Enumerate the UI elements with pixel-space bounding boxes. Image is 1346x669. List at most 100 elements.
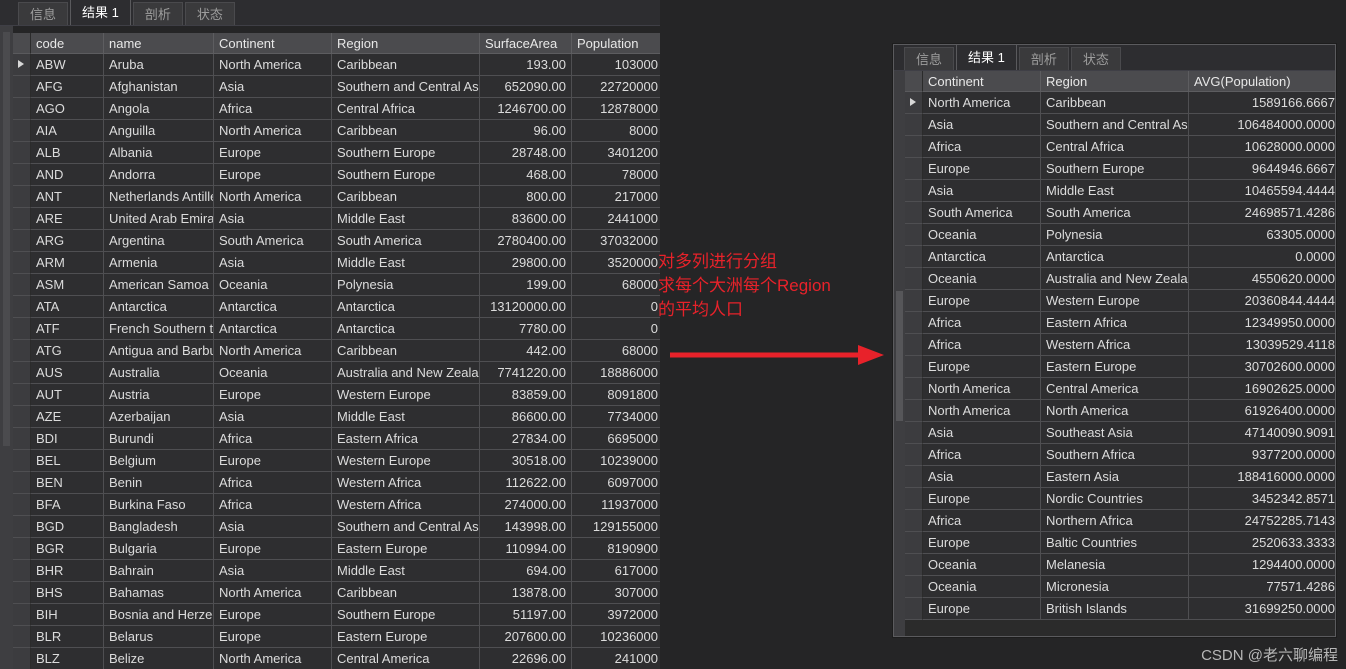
inset-column-header[interactable]: Continent bbox=[923, 71, 1041, 92]
inset-cell-avg_population[interactable]: 61926400.0000 bbox=[1189, 400, 1335, 422]
inset-table-row[interactable]: Asia Southeast Asia 47140090.9091 bbox=[905, 422, 1335, 444]
main-cell-code[interactable]: AGO bbox=[31, 98, 104, 120]
main-row-gutter[interactable] bbox=[13, 516, 31, 538]
inset-cell-avg_population[interactable]: 4550620.0000 bbox=[1189, 268, 1335, 290]
main-cell-surface_area[interactable]: 83859.00 bbox=[480, 384, 572, 406]
main-row-gutter[interactable] bbox=[13, 230, 31, 252]
main-table-row[interactable]: BDI Burundi Africa Eastern Africa 27834.00 66… bbox=[13, 428, 660, 450]
inset-row-gutter[interactable] bbox=[905, 554, 923, 576]
main-table-row[interactable]: ANT Netherlands Antilles North America Cari… bbox=[13, 186, 660, 208]
main-row-gutter[interactable] bbox=[13, 538, 31, 560]
main-cell-continent[interactable]: Oceania bbox=[214, 362, 332, 384]
main-cell-region[interactable]: Antarctica bbox=[332, 318, 480, 340]
inset-cell-avg_population[interactable]: 31699250.0000 bbox=[1189, 598, 1335, 620]
inset-table-row[interactable]: Asia Eastern Asia 188416000.0000 bbox=[905, 466, 1335, 488]
inset-cell-avg_population[interactable]: 0.0000 bbox=[1189, 246, 1335, 268]
inset-row-gutter[interactable] bbox=[905, 290, 923, 312]
main-cell-region[interactable]: Southern and Central Asia bbox=[332, 76, 480, 98]
inset-cell-continent[interactable]: North America bbox=[923, 400, 1041, 422]
inset-cell-continent[interactable]: Europe bbox=[923, 158, 1041, 180]
main-row-gutter[interactable] bbox=[13, 98, 31, 120]
main-cell-continent[interactable]: Africa bbox=[214, 428, 332, 450]
main-table-row[interactable]: ATGAntigua and BarbudaNorth AmericaCarib… bbox=[13, 340, 660, 362]
main-table-row[interactable]: ALB Albania Europe Southern Europe 28748.00 3… bbox=[13, 142, 660, 164]
main-cell-surface_area[interactable]: 30518.00 bbox=[480, 450, 572, 472]
main-cell-code[interactable]: AUT bbox=[31, 384, 104, 406]
main-cell-population[interactable]: 11937000 bbox=[572, 494, 660, 516]
main-cell-surface_area[interactable]: 694.00 bbox=[480, 560, 572, 582]
main-cell-name[interactable]: Antarctica bbox=[104, 296, 214, 318]
inset-cell-continent[interactable]: Europe bbox=[923, 290, 1041, 312]
main-row-gutter[interactable] bbox=[13, 120, 31, 142]
main-table-row[interactable]: BLR Belarus Europe Eastern Europe 207600.00 1… bbox=[13, 626, 660, 648]
main-cell-region[interactable]: South America bbox=[332, 230, 480, 252]
main-cell-surface_area[interactable]: 112622.00 bbox=[480, 472, 572, 494]
main-table-row[interactable]: BEN Benin Africa Western Africa 112622.00 609… bbox=[13, 472, 660, 494]
inset-vertical-scrollbar[interactable] bbox=[894, 71, 905, 636]
main-cell-name[interactable]: Belgium bbox=[104, 450, 214, 472]
main-cell-population[interactable]: 103000 bbox=[572, 54, 660, 76]
inset-table-row[interactable]: Europe Western Europe 20360844.4444 bbox=[905, 290, 1335, 312]
main-table-row[interactable]: AFG Afghanistan Asia Southern and Central A… bbox=[13, 76, 660, 98]
main-row-gutter[interactable] bbox=[13, 494, 31, 516]
inset-cell-avg_population[interactable]: 10628000.0000 bbox=[1189, 136, 1335, 158]
main-cell-continent[interactable]: Antarctica bbox=[214, 318, 332, 340]
main-cell-code[interactable]: AIA bbox=[31, 120, 104, 142]
inset-row-gutter[interactable] bbox=[905, 92, 923, 114]
main-cell-name[interactable]: Bahrain bbox=[104, 560, 214, 582]
main-column-header[interactable]: Region bbox=[332, 33, 480, 54]
inset-tab-0[interactable]: 信息 bbox=[904, 47, 955, 70]
inset-row-gutter[interactable] bbox=[905, 180, 923, 202]
main-scrollbar-thumb[interactable] bbox=[3, 32, 10, 446]
inset-cell-continent[interactable]: Asia bbox=[923, 466, 1041, 488]
main-cell-name[interactable]: American Samoa bbox=[104, 274, 214, 296]
main-cell-region[interactable]: Middle East bbox=[332, 560, 480, 582]
main-table-row[interactable]: AZE Azerbaijan Asia Middle East 86600.00 7734… bbox=[13, 406, 660, 428]
main-cell-code[interactable]: ARE bbox=[31, 208, 104, 230]
main-column-header[interactable]: name bbox=[104, 33, 214, 54]
main-row-gutter[interactable] bbox=[13, 582, 31, 604]
inset-table-row[interactable]: North America Central America 16902625.000… bbox=[905, 378, 1335, 400]
main-cell-population[interactable]: 78000 bbox=[572, 164, 660, 186]
inset-cell-avg_population[interactable]: 9377200.0000 bbox=[1189, 444, 1335, 466]
main-cell-population[interactable]: 6695000 bbox=[572, 428, 660, 450]
main-cell-population[interactable]: 0 bbox=[572, 296, 660, 318]
main-cell-surface_area[interactable]: 468.00 bbox=[480, 164, 572, 186]
main-cell-name[interactable]: Aruba bbox=[104, 54, 214, 76]
main-row-gutter[interactable] bbox=[13, 450, 31, 472]
inset-cell-region[interactable]: Southern Europe bbox=[1041, 158, 1189, 180]
main-cell-continent[interactable]: Antarctica bbox=[214, 296, 332, 318]
main-cell-continent[interactable]: North America bbox=[214, 648, 332, 669]
inset-cell-continent[interactable]: Africa bbox=[923, 334, 1041, 356]
main-cell-code[interactable]: BEL bbox=[31, 450, 104, 472]
main-cell-continent[interactable]: Europe bbox=[214, 450, 332, 472]
main-table-row[interactable]: BFA Burkina Faso Africa Western Africa 27400… bbox=[13, 494, 660, 516]
inset-cell-continent[interactable]: North America bbox=[923, 92, 1041, 114]
main-row-gutter[interactable] bbox=[13, 406, 31, 428]
inset-cell-avg_population[interactable]: 30702600.0000 bbox=[1189, 356, 1335, 378]
main-tab-2[interactable]: 剖析 bbox=[132, 2, 183, 25]
main-cell-population[interactable]: 10239000 bbox=[572, 450, 660, 472]
main-cell-continent[interactable]: Africa bbox=[214, 472, 332, 494]
main-row-gutter[interactable] bbox=[13, 76, 31, 98]
main-column-header[interactable]: Population bbox=[572, 33, 660, 54]
main-cell-name[interactable]: Andorra bbox=[104, 164, 214, 186]
inset-table-row[interactable]: Africa Western Africa 13039529.4118 bbox=[905, 334, 1335, 356]
inset-tab-1[interactable]: 结果 1 bbox=[956, 44, 1017, 70]
main-cell-surface_area[interactable]: 274000.00 bbox=[480, 494, 572, 516]
main-row-gutter[interactable] bbox=[13, 296, 31, 318]
main-table-row[interactable]: AUT Austria Europe Western Europe 83859.00 80… bbox=[13, 384, 660, 406]
main-tab-1[interactable]: 结果 1 bbox=[70, 0, 131, 25]
main-cell-surface_area[interactable]: 96.00 bbox=[480, 120, 572, 142]
inset-row-gutter[interactable] bbox=[905, 598, 923, 620]
inset-cell-region[interactable]: Northern Africa bbox=[1041, 510, 1189, 532]
main-cell-region[interactable]: Western Europe bbox=[332, 450, 480, 472]
main-cell-surface_area[interactable]: 193.00 bbox=[480, 54, 572, 76]
inset-cell-continent[interactable]: Oceania bbox=[923, 576, 1041, 598]
main-tab-0[interactable]: 信息 bbox=[18, 2, 69, 25]
main-table-row[interactable]: AND Andorra Europe Southern Europe 468.00 780… bbox=[13, 164, 660, 186]
inset-cell-avg_population[interactable]: 63305.0000 bbox=[1189, 224, 1335, 246]
main-table-row[interactable]: BGD Bangladesh Asia Southern and Central As… bbox=[13, 516, 660, 538]
main-cell-region[interactable]: Australia and New Zealand bbox=[332, 362, 480, 384]
inset-row-gutter[interactable] bbox=[905, 246, 923, 268]
